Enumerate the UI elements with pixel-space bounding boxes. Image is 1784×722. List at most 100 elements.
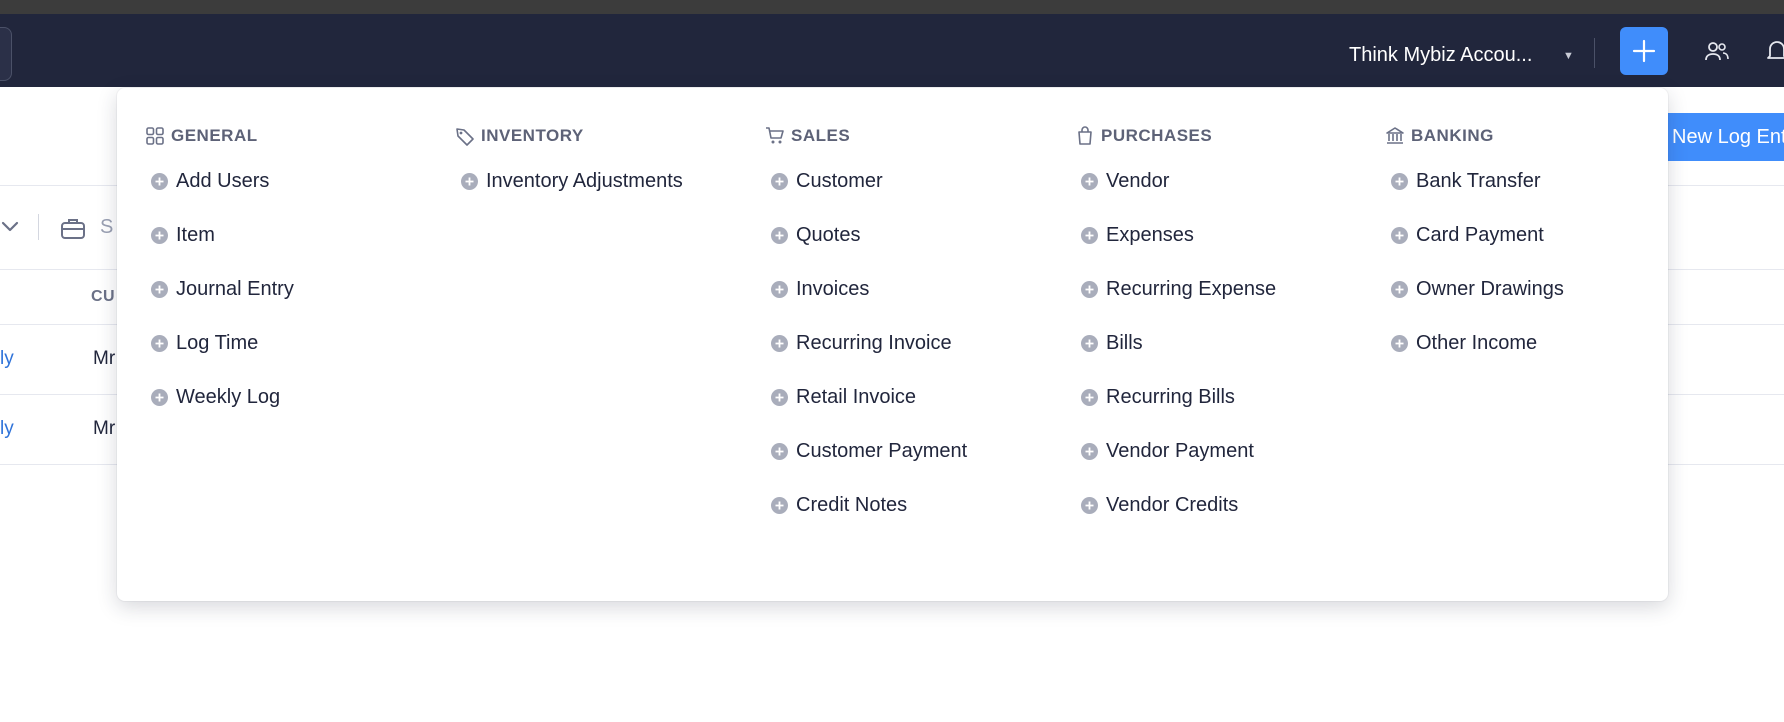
menu-item-label: Vendor [1106, 169, 1170, 192]
menu-column-header: SALES [765, 124, 1065, 148]
plus-circle-icon [1081, 280, 1098, 298]
row-link[interactable]: ly [0, 418, 14, 440]
menu-item-customer-payment[interactable]: Customer Payment [771, 436, 967, 466]
browser-tab-strip [0, 0, 1784, 14]
plus-circle-icon [1391, 226, 1408, 244]
menu-item-label: Quotes [796, 223, 861, 246]
users-button[interactable] [1702, 36, 1732, 66]
plus-circle-icon [1081, 442, 1098, 460]
menu-item-card-payment[interactable]: Card Payment [1391, 220, 1544, 250]
plus-circle-icon [151, 280, 168, 298]
menu-item-label: Recurring Invoice [796, 331, 952, 354]
menu-item-inventory-adjustments[interactable]: Inventory Adjustments [461, 166, 683, 196]
users-icon [1705, 42, 1729, 61]
menu-item-label: Bills [1106, 331, 1143, 354]
grid-icon [146, 127, 164, 145]
menu-item-vendor-credits[interactable]: Vendor Credits [1081, 490, 1238, 520]
plus-circle-icon [1081, 496, 1098, 514]
menu-item-vendor[interactable]: Vendor [1081, 166, 1169, 196]
menu-item-log-time[interactable]: Log Time [151, 328, 258, 358]
menu-item-label: Item [176, 223, 215, 246]
plus-circle-icon [1081, 334, 1098, 352]
plus-circle-icon [771, 442, 788, 460]
menu-column-header: GENERAL [145, 124, 445, 148]
menu-item-weekly-log[interactable]: Weekly Log [151, 382, 280, 412]
menu-column-sales: SALES Customer Quotes Invoices Recurring… [765, 124, 1065, 516]
plus-circle-icon [771, 172, 788, 190]
briefcase-icon [61, 219, 85, 239]
bank-icon [1386, 127, 1404, 144]
menu-item-label: Owner Drawings [1416, 277, 1564, 300]
row-customer: Mr [93, 418, 116, 439]
menu-column-header: PURCHASES [1075, 124, 1375, 148]
menu-item-invoices[interactable]: Invoices [771, 274, 869, 304]
customer-search-input[interactable]: S [100, 216, 113, 239]
menu-item-label: Customer Payment [796, 439, 968, 462]
plus-circle-icon [1391, 334, 1408, 352]
plus-circle-icon [151, 172, 168, 190]
menu-item-bills[interactable]: Bills [1081, 328, 1143, 358]
menu-item-label: Expenses [1106, 223, 1194, 246]
menu-item-label: Retail Invoice [796, 385, 917, 408]
plus-circle-icon [771, 496, 788, 514]
menu-column-title: SALES [791, 126, 851, 145]
menu-item-credit-notes[interactable]: Credit Notes [771, 490, 907, 520]
menu-item-owner-drawings[interactable]: Owner Drawings [1391, 274, 1564, 304]
plus-circle-icon [461, 172, 478, 190]
menu-item-label: Vendor Payment [1106, 439, 1254, 462]
menu-item-label: Journal Entry [176, 277, 294, 300]
tag-icon [456, 128, 474, 146]
column-header-customer[interactable]: CU [91, 288, 115, 306]
menu-column-header: BANKING [1385, 124, 1685, 148]
menu-item-item[interactable]: Item [151, 220, 215, 250]
menu-item-label: Credit Notes [796, 493, 908, 516]
chevron-down-icon[interactable]: ▼ [1563, 50, 1574, 62]
bell-icon [1767, 41, 1784, 59]
chevron-down-icon[interactable] [0, 216, 20, 236]
menu-column-purchases: PURCHASES Vendor Expenses Recurring Expe… [1075, 124, 1375, 516]
menu-column-title: GENERAL [171, 126, 258, 145]
plus-circle-icon [151, 388, 168, 406]
quick-create-menu: GENERAL Add Users Item Journal Entry Log… [117, 88, 1668, 601]
quick-create-button[interactable] [1620, 27, 1668, 75]
plus-circle-icon [1391, 172, 1408, 190]
menu-column-title: PURCHASES [1101, 126, 1213, 145]
menu-item-label: Inventory Adjustments [486, 169, 683, 192]
plus-circle-icon [1081, 388, 1098, 406]
plus-circle-icon [771, 226, 788, 244]
menu-item-expenses[interactable]: Expenses [1081, 220, 1194, 250]
menu-item-retail-invoice[interactable]: Retail Invoice [771, 382, 916, 412]
plus-circle-icon [151, 334, 168, 352]
menu-item-label: Weekly Log [176, 385, 281, 408]
plus-circle-icon [771, 334, 788, 352]
menu-item-other-income[interactable]: Other Income [1391, 328, 1537, 358]
cart-icon [766, 127, 784, 144]
global-search-box[interactable] [0, 27, 12, 81]
menu-item-journal-entry[interactable]: Journal Entry [151, 274, 294, 304]
menu-item-customer[interactable]: Customer [771, 166, 883, 196]
menu-column-header: INVENTORY [455, 124, 755, 148]
plus-icon [1632, 39, 1656, 63]
organization-switcher-label[interactable]: Think Mybiz Accou... [1349, 44, 1532, 67]
menu-item-add-users[interactable]: Add Users [151, 166, 269, 196]
menu-item-label: Customer [796, 169, 883, 192]
menu-item-recurring-expense[interactable]: Recurring Expense [1081, 274, 1276, 304]
filter-divider [38, 214, 39, 240]
menu-item-bank-transfer[interactable]: Bank Transfer [1391, 166, 1541, 196]
menu-item-label: Bank Transfer [1416, 169, 1541, 192]
menu-item-recurring-bills[interactable]: Recurring Bills [1081, 382, 1235, 412]
menu-column-general: GENERAL Add Users Item Journal Entry Log… [145, 124, 445, 408]
plus-circle-icon [771, 280, 788, 298]
row-link[interactable]: ly [0, 348, 14, 370]
notifications-button[interactable] [1762, 36, 1784, 66]
menu-item-vendor-payment[interactable]: Vendor Payment [1081, 436, 1254, 466]
menu-item-label: Add Users [176, 169, 270, 192]
menu-item-quotes[interactable]: Quotes [771, 220, 860, 250]
menu-item-label: Log Time [176, 331, 259, 354]
plus-circle-icon [1081, 226, 1098, 244]
menu-column-title: BANKING [1411, 126, 1494, 145]
plus-circle-icon [151, 226, 168, 244]
shopping-bag-icon [1078, 126, 1092, 145]
menu-column-banking: BANKING Bank Transfer Card Payment Owner… [1385, 124, 1685, 354]
menu-item-recurring-invoice[interactable]: Recurring Invoice [771, 328, 952, 358]
